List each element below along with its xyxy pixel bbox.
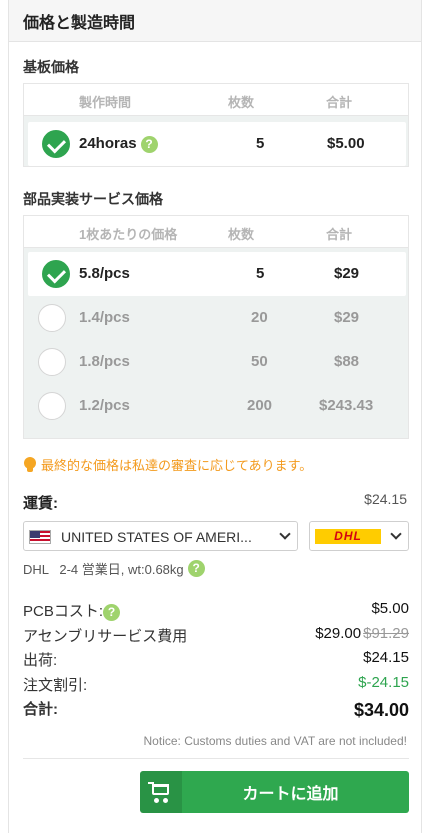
unit-price: 1.8/pcs [79, 353, 130, 370]
price-card: 価格と製造時間 基板価格 製作時間 枚数 合計 24horas? 5 $5.00… [8, 0, 422, 833]
final-price-notice: 最終的な価格は私達の審査に応じてあります。 [23, 455, 312, 474]
assembly-cost-label: アセンブリサービス費用 [23, 628, 188, 645]
assembly-price-row[interactable]: 1.8/pcs 50 $88 [24, 340, 408, 384]
help-icon[interactable]: ? [187, 560, 205, 577]
total: $5.00 [327, 135, 365, 152]
assembly-price-title: 部品実装サービス価格 [23, 191, 163, 207]
table-header: 製作時間 枚数 合計 [24, 84, 408, 116]
unit-price: 1.4/pcs [79, 309, 130, 326]
shipping-info-text: DHL 2-4 営業日, wt:0.68kg [23, 562, 184, 577]
board-price-table: 製作時間 枚数 合計 24horas? 5 $5.00 [23, 83, 409, 167]
pcb-cost-label: PCBコスト: [23, 603, 104, 620]
assembly-price-row[interactable]: 5.8/pcs 5 $29 [28, 252, 406, 296]
radio-icon[interactable] [38, 304, 66, 332]
shipping-label: 運賃: [23, 495, 58, 512]
country-select[interactable]: UNITED STATES OF AMERI... [23, 521, 298, 551]
card-header: 価格と製造時間 [9, 0, 421, 42]
unit-price: 5.8/pcs [79, 265, 130, 282]
pcb-cost-row: PCBコスト:? $5.00 [23, 600, 409, 621]
carrier-select[interactable]: DHL [309, 521, 409, 551]
dhl-logo-icon: DHL [315, 529, 381, 544]
column-header: 枚数 [228, 95, 255, 110]
assembly-cost-original: $91.29 [363, 625, 409, 642]
check-radio-icon[interactable] [42, 260, 70, 288]
column-header: 1枚あたりの価格 [79, 227, 178, 242]
quantity: 20 [251, 309, 268, 326]
add-to-cart-label: カートに追加 [242, 786, 339, 803]
column-header: 製作時間 [79, 95, 132, 110]
discount-row: 注文割引: $-24.15 [23, 674, 409, 695]
page-title: 価格と製造時間 [23, 14, 136, 32]
assembly-price-table: 1枚あたりの価格 枚数 合計 5.8/pcs 5 $29 1.4/pcs 20 … [23, 215, 409, 439]
total: $29 [334, 265, 360, 282]
shipping-amount: $24.15 [364, 491, 407, 507]
total: $243.43 [319, 397, 374, 414]
country-value: UNITED STATES OF AMERI... [61, 529, 252, 545]
assembly-cost-row: アセンブリサービス費用 $29.00 $91.29 [23, 625, 409, 646]
customs-notice: Notice: Customs duties and VAT are not i… [143, 734, 407, 748]
add-to-cart-button[interactable]: カートに追加 [140, 771, 409, 813]
radio-icon[interactable] [38, 348, 66, 376]
column-header: 枚数 [228, 227, 255, 242]
assembly-cost-value: $29.00 $91.29 [315, 625, 409, 642]
total-label: 合計: [23, 701, 58, 718]
help-icon[interactable]: ? [140, 135, 158, 153]
divider [23, 758, 409, 759]
discount-label: 注文割引: [23, 677, 88, 694]
lightbulb-icon [23, 456, 37, 473]
total: $29 [334, 309, 360, 326]
board-price-title: 基板価格 [23, 59, 79, 75]
assembly-cost-current: $29.00 [315, 625, 362, 642]
column-header: 合計 [326, 95, 353, 110]
chevron-down-icon [390, 528, 402, 540]
chevron-down-icon [279, 528, 291, 540]
us-flag-icon [29, 530, 51, 544]
quantity: 200 [247, 397, 273, 414]
shipping-cost-value: $24.15 [363, 649, 409, 666]
cart-icon [140, 771, 182, 813]
board-price-row[interactable]: 24horas? 5 $5.00 [28, 122, 406, 166]
build-time: 24horas? [79, 135, 158, 153]
quantity: 50 [251, 353, 268, 370]
shipping-info: DHL 2-4 営業日, wt:0.68kg ? [23, 559, 205, 578]
check-radio-icon[interactable] [42, 130, 70, 158]
assembly-price-row[interactable]: 1.2/pcs 200 $243.43 [24, 384, 408, 428]
radio-icon[interactable] [38, 392, 66, 420]
discount-value: $-24.15 [358, 674, 409, 691]
assembly-price-row[interactable]: 1.4/pcs 20 $29 [24, 296, 408, 340]
unit-price: 1.2/pcs [79, 397, 130, 414]
pcb-cost-value: $5.00 [371, 600, 409, 617]
final-price-notice-text: 最終的な価格は私達の審査に応じてあります。 [41, 458, 313, 473]
quantity: 5 [256, 135, 265, 152]
total-value: $34.00 [353, 700, 409, 720]
total-row: 合計: $34.00 [23, 698, 409, 720]
table-header: 1枚あたりの価格 枚数 合計 [24, 216, 408, 248]
total: $88 [334, 353, 360, 370]
column-header: 合計 [326, 227, 353, 242]
shipping-cost-label: 出荷: [23, 652, 58, 669]
shipping-cost-row: 出荷: $24.15 [23, 649, 409, 670]
help-icon[interactable]: ? [103, 603, 121, 621]
quantity: 5 [256, 265, 265, 282]
